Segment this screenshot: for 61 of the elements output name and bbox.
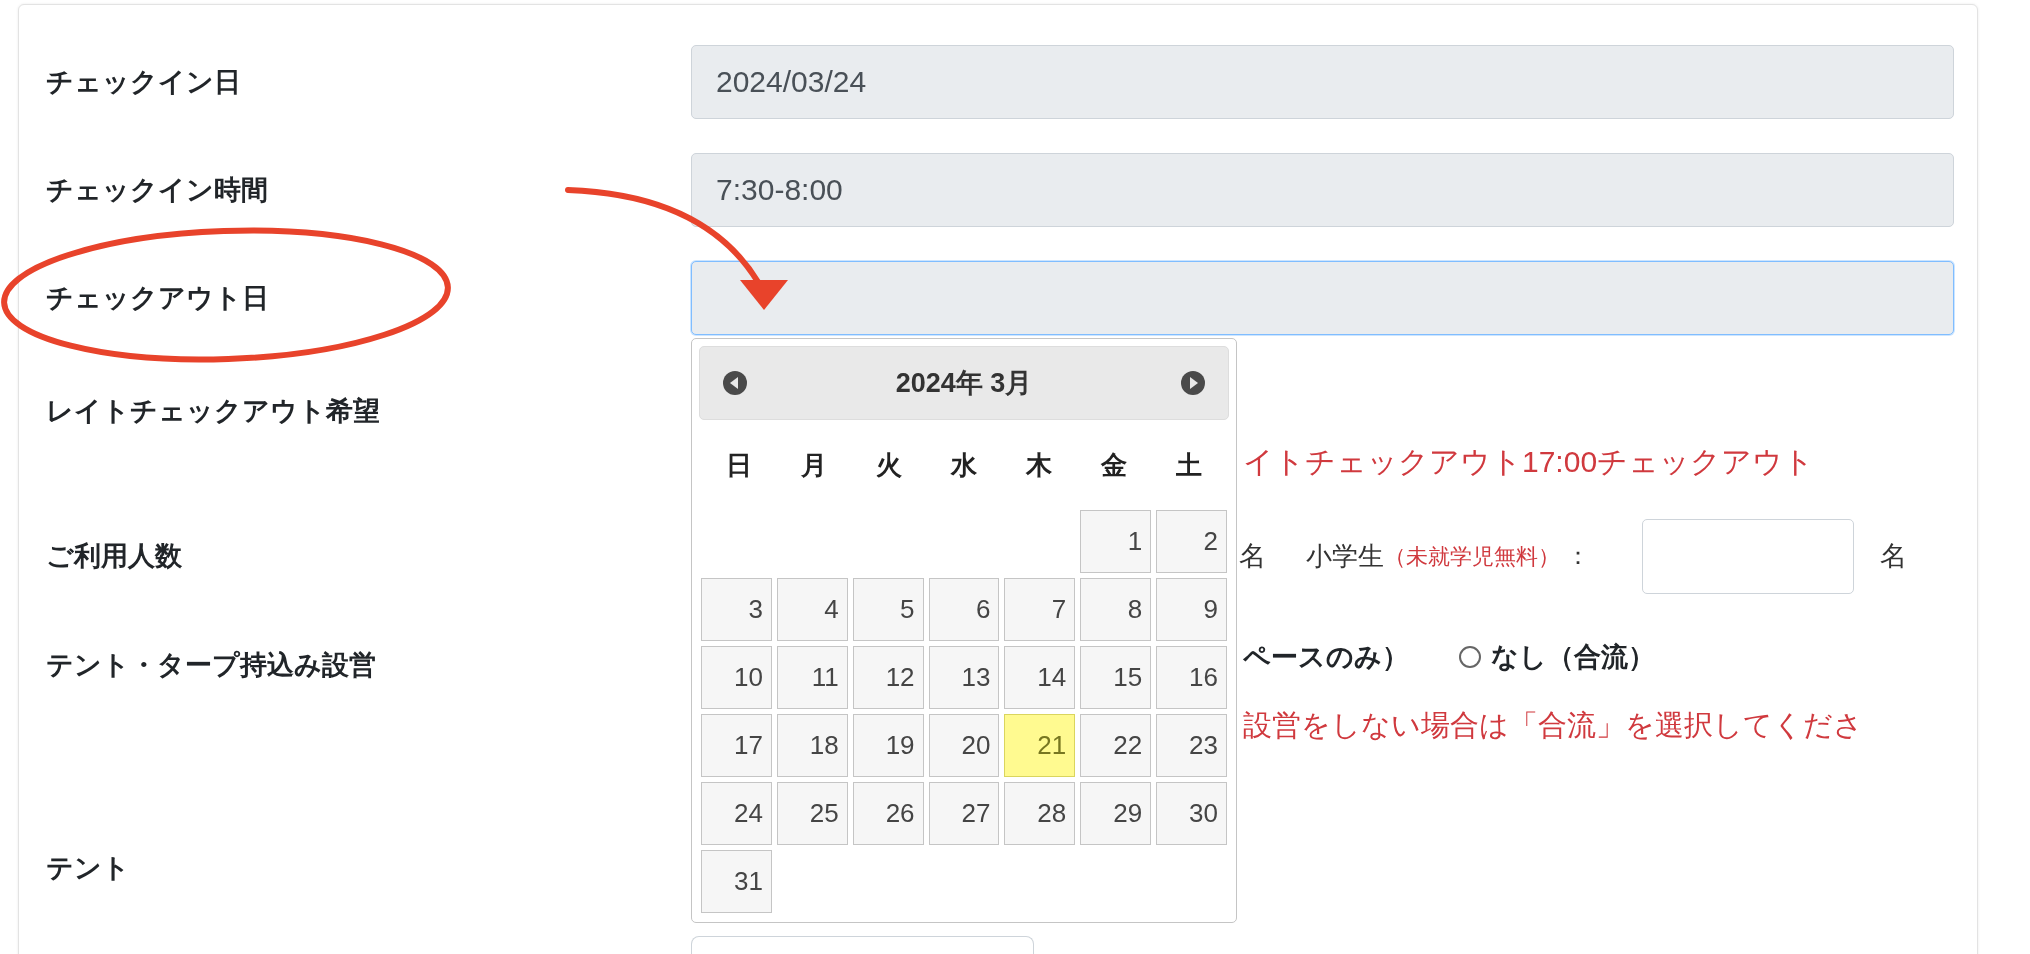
weekday-label: 火: [874, 448, 903, 482]
weekday-label: 土: [1175, 448, 1204, 482]
day-cell[interactable]: 6: [928, 578, 1000, 641]
text-field[interactable]: 7:30-8:00: [691, 153, 1954, 227]
previous-month-icon[interactable]: [722, 370, 748, 396]
weekday-label: 月: [799, 448, 828, 482]
field-label: レイトチェックアウト希望: [46, 396, 380, 426]
day-cell[interactable]: 27: [928, 782, 1000, 845]
day-cell[interactable]: 26: [852, 782, 924, 845]
day-cell[interactable]: 22: [1080, 714, 1152, 777]
day-cell[interactable]: 12: [852, 646, 924, 709]
day-cell[interactable]: 9: [1156, 578, 1227, 641]
day-cell[interactable]: 23: [1156, 714, 1227, 777]
day-cell[interactable]: 8: [1080, 578, 1152, 641]
note-text: 設営をしない場合は「合流」を選択してくださ: [1243, 707, 1863, 743]
day-cell[interactable]: 31: [701, 850, 772, 913]
day-cell[interactable]: 19: [852, 714, 924, 777]
next-month-icon[interactable]: [1180, 370, 1206, 396]
day-cell[interactable]: 29: [1080, 782, 1152, 845]
field-label: テント・タープ持込み設営: [46, 650, 376, 680]
day-cell[interactable]: 16: [1156, 646, 1227, 709]
count-field[interactable]: [1642, 518, 1854, 594]
radio-option[interactable]: なし（合流）: [1459, 637, 1655, 678]
day-cell[interactable]: 18: [776, 714, 848, 777]
day-cell[interactable]: 7: [1004, 578, 1076, 641]
day-cell[interactable]: 1: [1080, 510, 1152, 573]
day-cell[interactable]: 13: [928, 646, 1000, 709]
month-title: 2024年 3月: [895, 366, 1033, 400]
day-cell[interactable]: 14: [1004, 646, 1076, 709]
day-cell[interactable]: 10: [701, 646, 772, 709]
day-cell[interactable]: 20: [928, 714, 1000, 777]
day-cell[interactable]: 21: [1004, 714, 1076, 777]
day-cell[interactable]: 25: [776, 782, 848, 845]
unit-text: 名: [1880, 539, 1907, 573]
day-cell[interactable]: 17: [701, 714, 772, 777]
field-label: チェックアウト日: [46, 281, 269, 315]
day-cell[interactable]: 5: [852, 578, 924, 641]
child-label: 小学生: [1306, 539, 1384, 573]
field-label: ご利用人数: [46, 540, 182, 571]
weekday-label: 日: [724, 448, 753, 482]
weekday-label: 金: [1100, 448, 1129, 482]
weekday-label: 木: [1025, 448, 1054, 482]
child-note: （未就学児無料）: [1384, 542, 1560, 571]
day-cell[interactable]: 28: [1004, 782, 1076, 845]
day-cell[interactable]: 3: [701, 578, 772, 641]
day-cell[interactable]: 24: [701, 782, 772, 845]
note-text: イトチェックアウト17:00チェックアウト: [1243, 445, 1815, 478]
field-label: チェックイン日: [46, 65, 241, 99]
day-cell[interactable]: 30: [1156, 782, 1227, 845]
unit-text: 名: [1239, 539, 1266, 573]
text-field[interactable]: 2024/03/24: [691, 45, 1954, 119]
field-label: チェックイン時間: [46, 173, 268, 207]
weekday-label: 水: [949, 448, 978, 482]
day-cell[interactable]: 4: [776, 578, 848, 641]
day-cell[interactable]: 15: [1080, 646, 1152, 709]
day-cell[interactable]: 11: [776, 646, 848, 709]
text-field[interactable]: [691, 261, 1954, 335]
colon-text: ：: [1566, 541, 1590, 571]
field-label: テント: [46, 853, 130, 884]
option-text: ペースのみ）: [1243, 641, 1409, 674]
day-cell[interactable]: 2: [1156, 510, 1227, 573]
